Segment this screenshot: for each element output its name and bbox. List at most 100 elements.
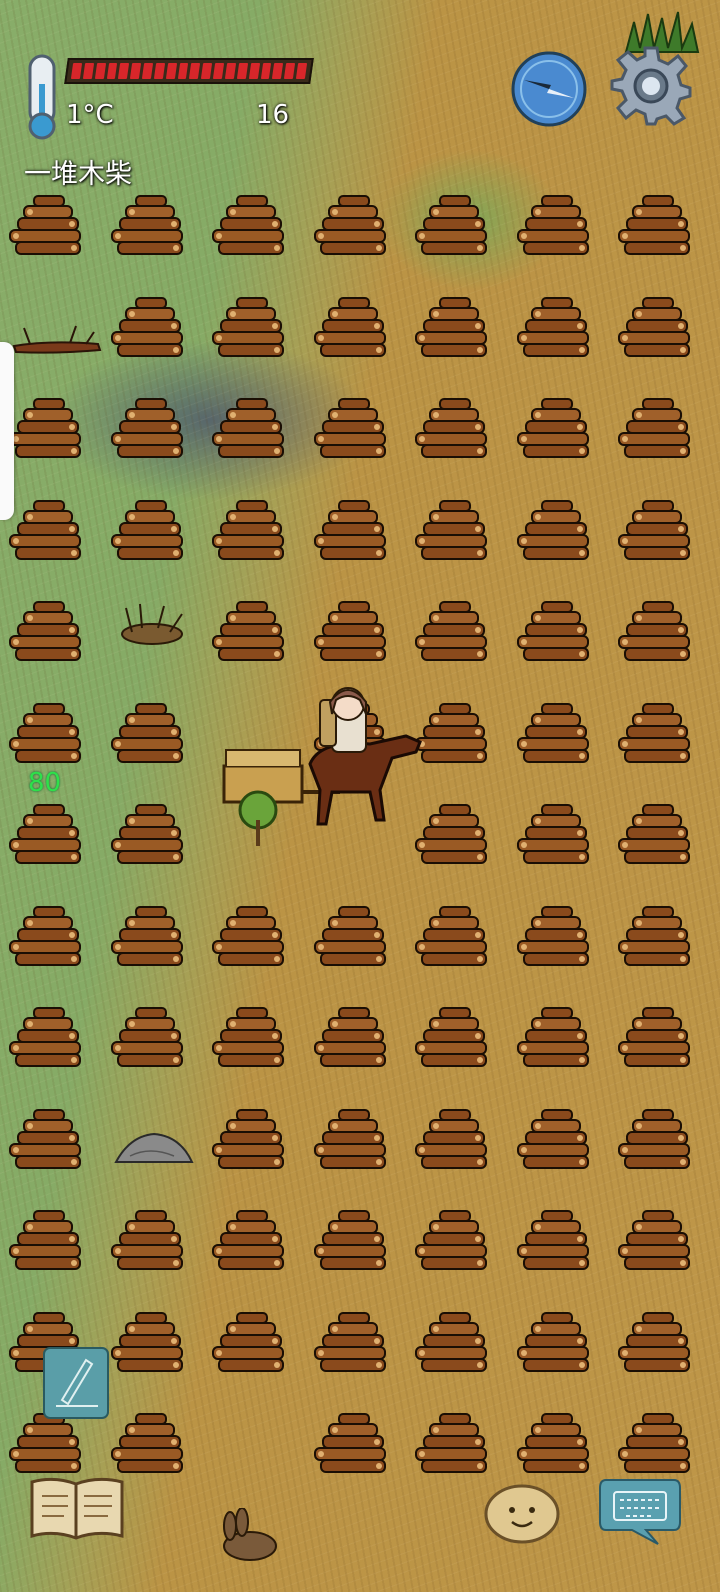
woodpile-tile[interactable] xyxy=(313,192,391,262)
woodpile-tile[interactable] xyxy=(617,192,695,262)
player-on-horse-cart[interactable] xyxy=(220,680,430,860)
woodpile-tile[interactable] xyxy=(110,1309,188,1379)
woodpile-tile[interactable] xyxy=(313,1309,391,1379)
woodpile-tile[interactable] xyxy=(516,903,594,973)
woodpile-tile[interactable] xyxy=(516,294,594,364)
woodpile-tile[interactable] xyxy=(110,1004,188,1074)
woodpile-tile[interactable] xyxy=(516,1309,594,1379)
woodpile-tile[interactable] xyxy=(8,395,86,465)
woodpile-tile[interactable] xyxy=(313,1207,391,1277)
woodpile-tile[interactable] xyxy=(110,1207,188,1277)
woodpile-tile[interactable] xyxy=(211,1106,289,1176)
woodpile-tile[interactable] xyxy=(414,192,492,262)
open-book-icon[interactable] xyxy=(28,1474,126,1544)
woodpile-tile[interactable] xyxy=(110,903,188,973)
flat-rock[interactable] xyxy=(110,1126,196,1168)
potato-face-icon[interactable] xyxy=(482,1480,562,1546)
game-map[interactable]: 1°C 16 一堆木柴 80 xyxy=(0,0,720,1592)
woodpile-tile[interactable] xyxy=(8,192,86,262)
woodpile-tile[interactable] xyxy=(516,598,594,668)
woodpile-tile[interactable] xyxy=(414,903,492,973)
woodpile-tile[interactable] xyxy=(516,1207,594,1277)
woodpile-tile[interactable] xyxy=(414,395,492,465)
woodpile-tile[interactable] xyxy=(211,1207,289,1277)
temperature-readout: 1°C xyxy=(66,100,114,130)
keyboard-chat-icon[interactable] xyxy=(598,1476,682,1548)
woodpile-tile[interactable] xyxy=(516,192,594,262)
woodpile-tile[interactable] xyxy=(313,598,391,668)
health-segment xyxy=(118,63,130,79)
woodpile-tile[interactable] xyxy=(414,1410,492,1480)
woodpile-tile[interactable] xyxy=(617,294,695,364)
woodpile-tile[interactable] xyxy=(414,598,492,668)
woodpile-tile[interactable] xyxy=(516,395,594,465)
woodpile-tile[interactable] xyxy=(110,192,188,262)
woodpile-tile[interactable] xyxy=(313,294,391,364)
woodpile-tile[interactable] xyxy=(313,1004,391,1074)
woodpile-tile[interactable] xyxy=(414,1106,492,1176)
woodpile-tile[interactable] xyxy=(8,1410,86,1480)
woodpile-tile[interactable] xyxy=(617,801,695,871)
woodpile-tile[interactable] xyxy=(516,497,594,567)
woodpile-tile[interactable] xyxy=(414,1207,492,1277)
woodpile-tile[interactable] xyxy=(211,294,289,364)
woodpile-tile[interactable] xyxy=(414,497,492,567)
woodpile-tile[interactable] xyxy=(516,801,594,871)
woodpile-tile[interactable] xyxy=(8,801,86,871)
dead-rabbit[interactable] xyxy=(214,1508,284,1568)
woodpile-tile[interactable] xyxy=(617,1207,695,1277)
woodpile-tile[interactable] xyxy=(8,1004,86,1074)
woodpile-tile[interactable] xyxy=(516,700,594,770)
woodpile-tile[interactable] xyxy=(110,395,188,465)
woodpile-tile[interactable] xyxy=(516,1004,594,1074)
woodpile-tile[interactable] xyxy=(8,1207,86,1277)
dry-bush[interactable] xyxy=(112,598,192,662)
woodpile-tile[interactable] xyxy=(211,395,289,465)
woodpile-tile[interactable] xyxy=(211,598,289,668)
woodpile-tile[interactable] xyxy=(8,497,86,567)
woodpile-tile[interactable] xyxy=(211,1309,289,1379)
woodpile-tile[interactable] xyxy=(516,1410,594,1480)
health-segment xyxy=(177,63,189,79)
woodpile-tile[interactable] xyxy=(617,598,695,668)
woodpile-tile[interactable] xyxy=(110,801,188,871)
compass-icon[interactable] xyxy=(510,50,588,128)
woodpile-tile[interactable] xyxy=(313,1106,391,1176)
woodpile-tile[interactable] xyxy=(617,395,695,465)
health-segment xyxy=(82,63,94,79)
woodpile-tile[interactable] xyxy=(110,700,188,770)
fallen-log[interactable] xyxy=(10,318,105,358)
woodpile-tile[interactable] xyxy=(8,1106,86,1176)
woodpile-tile[interactable] xyxy=(8,598,86,668)
woodpile-tile[interactable] xyxy=(617,1410,695,1480)
woodpile-tile[interactable] xyxy=(617,497,695,567)
woodpile-tile[interactable] xyxy=(211,1004,289,1074)
woodpile-tile[interactable] xyxy=(313,497,391,567)
health-segment xyxy=(284,63,296,79)
woodpile-tile[interactable] xyxy=(617,903,695,973)
woodpile-tile[interactable] xyxy=(414,294,492,364)
woodpile-tile[interactable] xyxy=(211,903,289,973)
woodpile-tile[interactable] xyxy=(617,1106,695,1176)
woodpile-tile[interactable] xyxy=(110,497,188,567)
woodpile-tile[interactable] xyxy=(516,1106,594,1176)
woodpile-tile[interactable] xyxy=(617,1004,695,1074)
woodpile-tile[interactable] xyxy=(313,395,391,465)
gear-icon[interactable] xyxy=(610,44,692,126)
woodpile-tile[interactable] xyxy=(414,1309,492,1379)
edge-drawer-handle[interactable] xyxy=(0,342,14,520)
hover-object-label: 一堆木柴 xyxy=(24,159,132,190)
woodpile-tile[interactable] xyxy=(8,903,86,973)
woodpile-tile[interactable] xyxy=(110,1410,188,1480)
woodpile-tile[interactable] xyxy=(617,1309,695,1379)
pencil-note-icon[interactable] xyxy=(42,1346,110,1420)
woodpile-tile[interactable] xyxy=(8,700,86,770)
woodpile-tile[interactable] xyxy=(313,903,391,973)
woodpile-tile[interactable] xyxy=(414,1004,492,1074)
woodpile-tile[interactable] xyxy=(211,497,289,567)
health-segment xyxy=(130,63,142,79)
woodpile-tile[interactable] xyxy=(617,700,695,770)
woodpile-tile[interactable] xyxy=(211,192,289,262)
woodpile-tile[interactable] xyxy=(110,294,188,364)
woodpile-tile[interactable] xyxy=(313,1410,391,1480)
